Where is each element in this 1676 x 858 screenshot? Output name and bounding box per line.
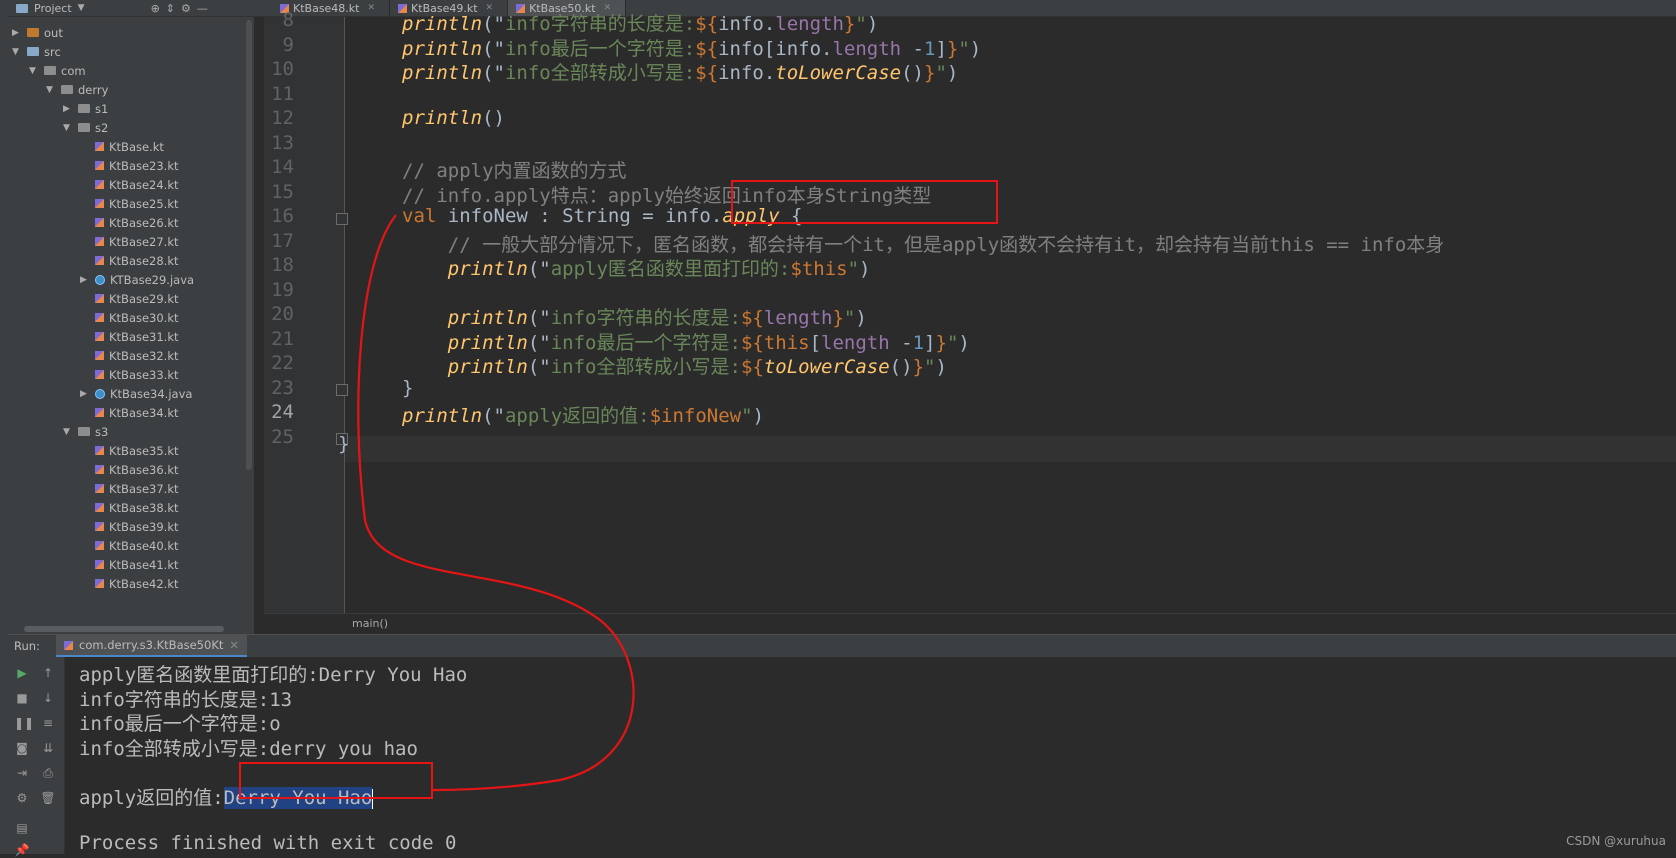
- annotation-arrow-line: [357, 214, 635, 792]
- annotation-curve: [357, 214, 635, 792]
